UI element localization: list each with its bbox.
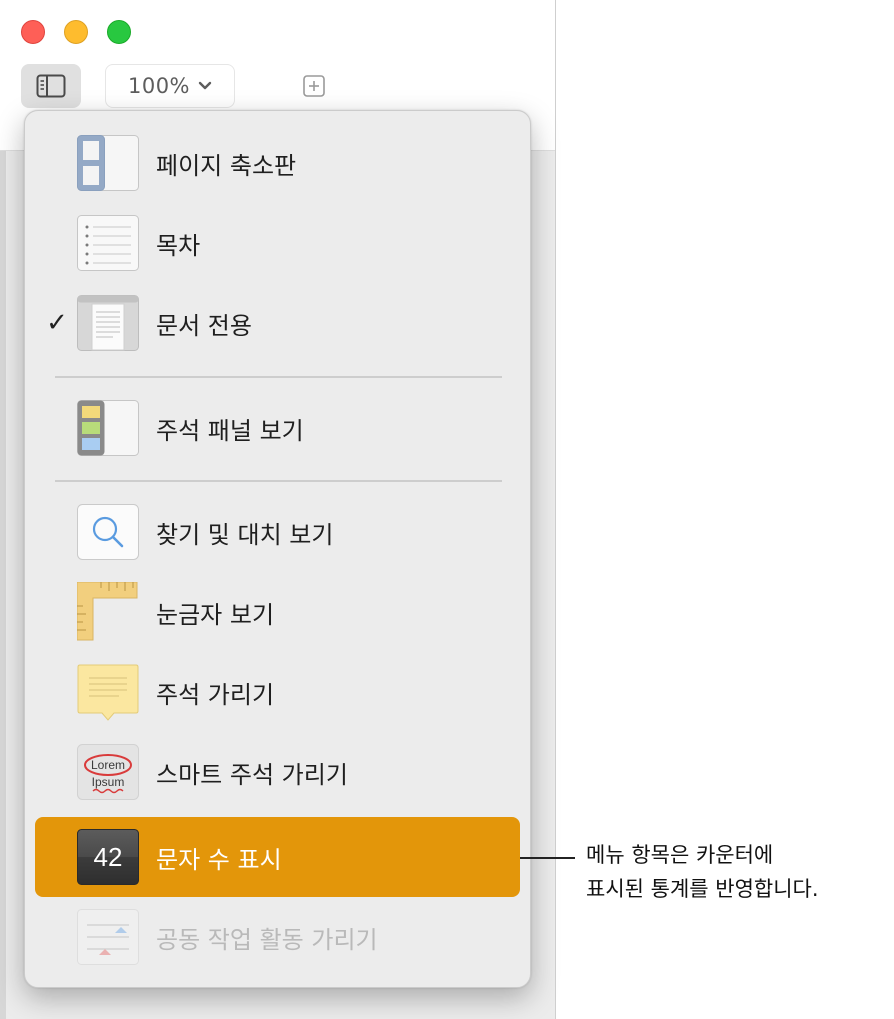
magnifier-icon (77, 504, 139, 560)
ruler-icon (76, 581, 139, 641)
collaboration-activity-icon (77, 909, 139, 965)
menu-item-label: 눈금자 보기 (156, 600, 275, 629)
icon-text: Lorem (91, 758, 125, 772)
menu-item-label: 주석 가리기 (156, 680, 275, 709)
menu-item-word-count[interactable]: 42 문자 수 표시 (35, 817, 520, 897)
menu-item-page-thumbnails[interactable]: 페이지 축소판 (35, 123, 520, 203)
menu-item-comments-pane[interactable]: 주석 패널 보기 (35, 388, 520, 468)
minimize-button[interactable] (64, 20, 88, 44)
menu-item-label: 페이지 축소판 (156, 151, 297, 180)
menu-item-label: 주석 패널 보기 (156, 416, 304, 445)
plus-square-icon (303, 75, 325, 97)
smart-annotation-icon: Lorem Ipsum (77, 744, 139, 800)
menu-item-label: 목차 (156, 231, 201, 260)
menu-item-smart-annotations[interactable]: Lorem Ipsum 스마트 주석 가리기 (35, 732, 520, 812)
close-button[interactable] (21, 20, 45, 44)
add-page-button[interactable] (302, 74, 326, 98)
icon-text: Ipsum (92, 775, 125, 789)
chevron-down-icon (198, 81, 212, 90)
menu-item-document-only[interactable]: ✓ 문서 전용 (35, 283, 520, 363)
view-menu: 페이지 축소판 목차 ✓ 문서 전용 주석 패널 보기 찾기 및 대치 보기 눈… (24, 110, 531, 988)
menu-separator (55, 480, 502, 482)
icon-text: 42 (94, 842, 123, 872)
menu-item-label: 스마트 주석 가리기 (156, 760, 348, 789)
menu-item-label: 문자 수 표시 (156, 845, 282, 874)
traffic-lights (21, 20, 131, 44)
menu-item-collaboration-activity: 공동 작업 활동 가리기 (35, 897, 520, 977)
menu-item-label: 찾기 및 대치 보기 (156, 520, 334, 549)
table-of-contents-icon (77, 215, 139, 271)
zoom-dropdown[interactable]: 100% (105, 64, 235, 108)
document-only-icon (77, 295, 139, 351)
callout-line-1: 메뉴 항목은 카운터에 (586, 843, 774, 867)
page-thumbnails-icon (77, 135, 139, 191)
menu-item-label: 공동 작업 활동 가리기 (156, 925, 378, 954)
checkmark-icon: ✓ (46, 308, 68, 338)
sidebar-icon (36, 74, 66, 98)
zoom-window-button[interactable] (107, 20, 131, 44)
zoom-value: 100% (127, 74, 191, 98)
comments-pane-icon (77, 400, 139, 456)
menu-item-table-of-contents[interactable]: 목차 (35, 203, 520, 283)
callout-leader-line (520, 857, 575, 859)
menu-item-find-replace[interactable]: 찾기 및 대치 보기 (35, 492, 520, 572)
word-count-icon: 42 (77, 829, 139, 885)
callout-text: 메뉴 항목은 카운터에 표시된 통계를 반영합니다. (586, 838, 886, 906)
menu-separator (55, 376, 502, 378)
menu-item-ruler[interactable]: 눈금자 보기 (35, 572, 520, 652)
view-menu-button[interactable] (21, 64, 81, 108)
menu-item-label: 문서 전용 (156, 311, 252, 340)
sticky-note-icon (77, 664, 139, 721)
callout-line-2: 표시된 통계를 반영합니다. (586, 877, 819, 901)
menu-item-hide-comments[interactable]: 주석 가리기 (35, 652, 520, 732)
